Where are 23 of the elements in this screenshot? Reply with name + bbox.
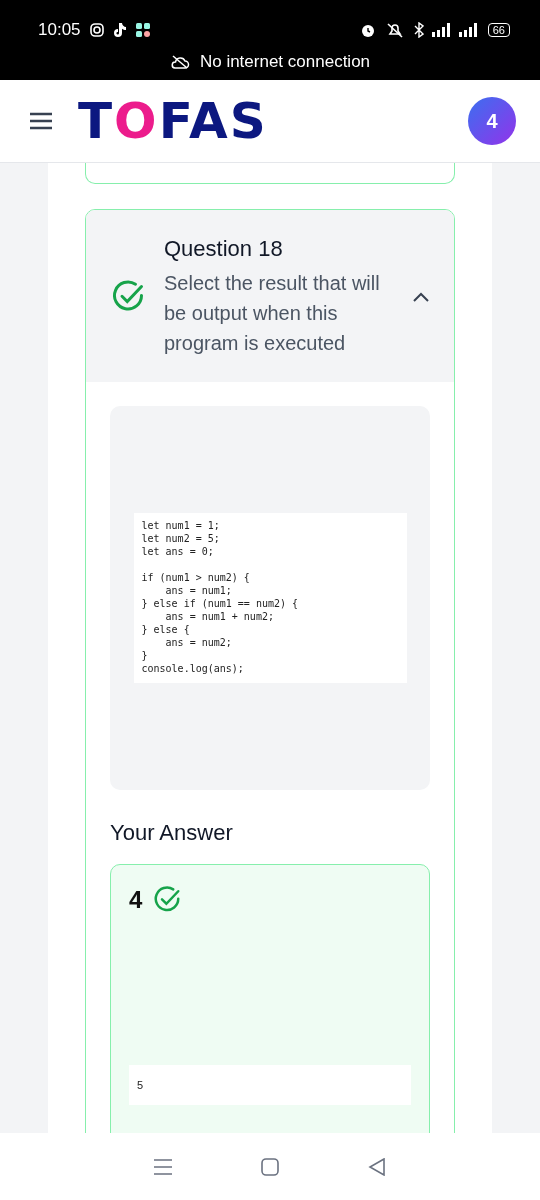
bluetooth-icon: [413, 22, 424, 38]
question-title: Question 18: [164, 236, 284, 262]
question-text: Select the result that will be output when this program is executed: [164, 271, 381, 356]
signal-icon: [431, 23, 480, 37]
answer-heading: Your Answer: [110, 820, 234, 846]
music-note-icon: [112, 22, 127, 38]
user-avatar[interactable]: 4: [468, 97, 516, 145]
apps-grid-icon: [134, 22, 151, 38]
recent-apps-icon[interactable]: [154, 1158, 173, 1175]
answer-value: 4: [129, 886, 143, 914]
brand-logo: TOFAS: [78, 92, 269, 150]
clock-time: 10:05: [38, 20, 81, 40]
home-icon[interactable]: [261, 1157, 279, 1176]
output-field: 5: [129, 1065, 411, 1105]
connection-notice: No internet connection: [199, 52, 371, 72]
cloud-off-icon: [169, 55, 190, 69]
camera-app-icon: [88, 22, 105, 38]
menu-icon[interactable]: [30, 112, 52, 130]
battery-indicator: 66: [487, 23, 510, 37]
back-icon[interactable]: [367, 1157, 386, 1176]
chevron-up-icon[interactable]: [412, 291, 430, 303]
code-snippet: let num1 = 1; let num2 = 5; let ans = 0; if (num1 > num2) { ans = num1; } else if (num1 == num2) { ans = num1 + num2; } else { ans = num2; } console.log(ans);: [133, 513, 407, 683]
alarm-icon: [359, 22, 376, 38]
